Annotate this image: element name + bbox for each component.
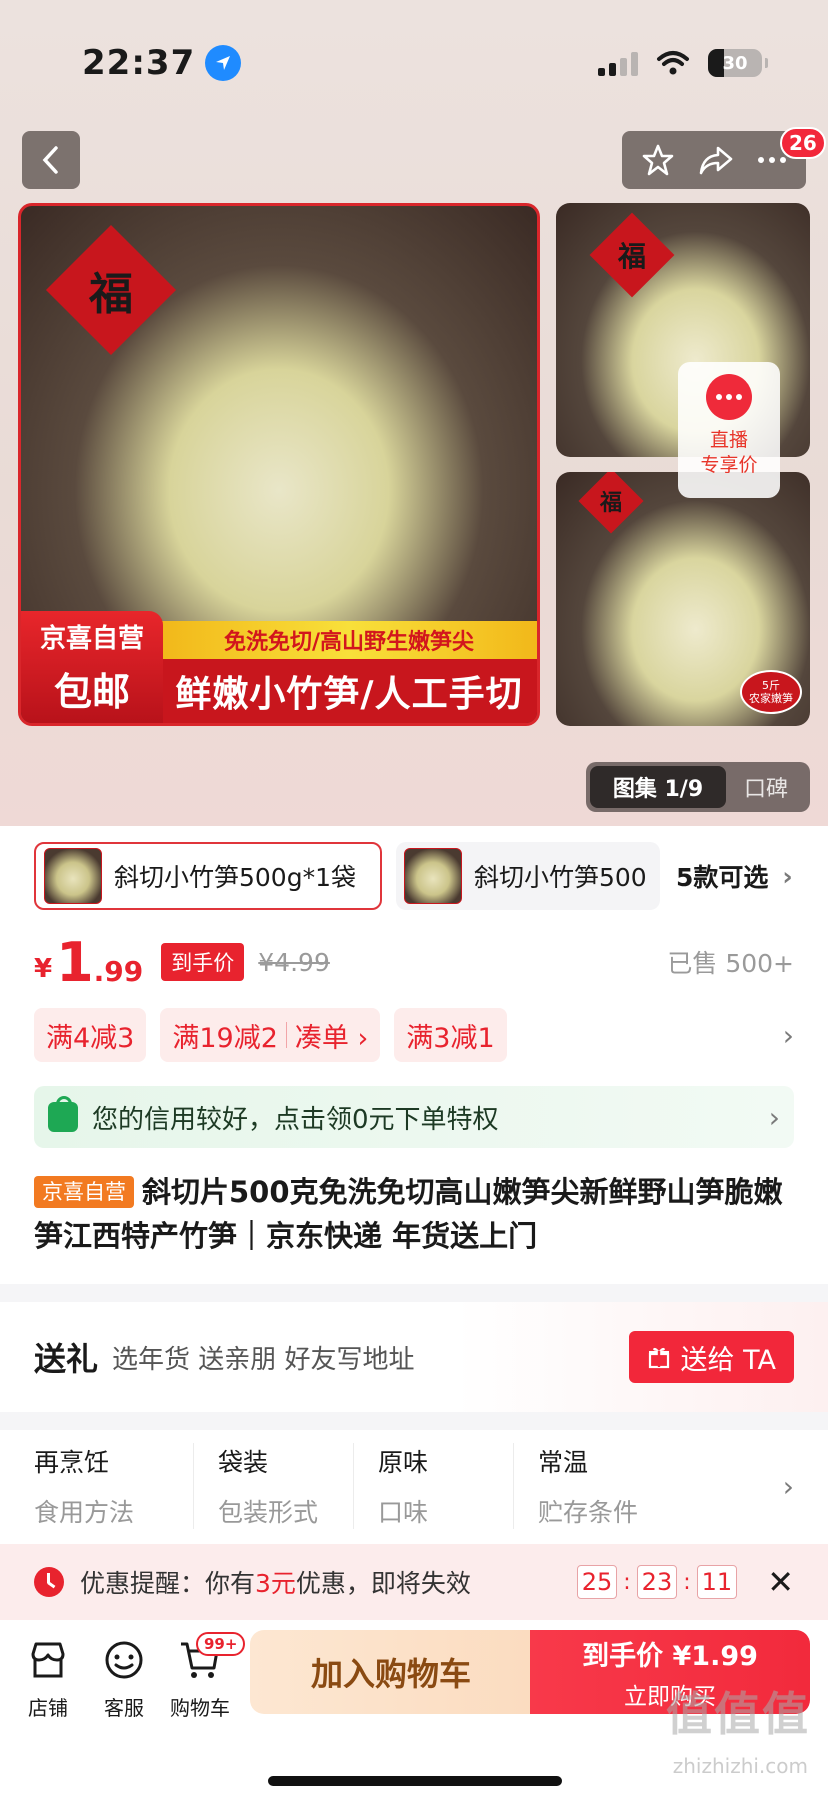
close-icon[interactable]: ✕ xyxy=(767,1563,794,1601)
product-gallery: 22:37 30 26 福 免洗免切/高山野生嫩笋尖 鲜嫩小竹笋/人工手切 京喜… xyxy=(0,0,828,826)
jingxi-self-operated-tag: 京喜自营 xyxy=(34,1176,134,1208)
customer-service-button[interactable]: 客服 xyxy=(90,1638,158,1721)
fu-decoration: 福 xyxy=(45,224,177,356)
star-favorite-icon[interactable] xyxy=(641,143,675,177)
attribute-item: 再烹饪 食用方法 xyxy=(34,1443,194,1529)
final-price-tag: 到手价 xyxy=(161,943,245,981)
chevron-right-icon: › xyxy=(768,1100,780,1134)
farm-stamp: 5斤 农家嫩笋 xyxy=(740,670,802,714)
coupon-chip[interactable]: 满3减1 xyxy=(394,1008,507,1062)
status-bar: 22:37 30 xyxy=(82,40,768,86)
top-actions xyxy=(622,131,806,189)
coupon-expiry-reminder[interactable]: 优惠提醒：你有 3元 优惠，即将失效 25: 23: 11 ✕ xyxy=(0,1544,828,1620)
main-product-image[interactable]: 福 免洗免切/高山野生嫩笋尖 鲜嫩小竹笋/人工手切 京喜自营 包邮 xyxy=(18,203,540,726)
message-count-badge: 26 xyxy=(780,127,826,159)
attribute-item: 常温 贮存条件 xyxy=(538,1448,639,1527)
more-variants-link[interactable]: 5款可选 › xyxy=(676,858,793,894)
cellular-signal-icon xyxy=(598,50,638,76)
fu-decoration: 福 xyxy=(589,212,675,298)
status-time: 22:37 xyxy=(82,43,196,83)
coupon-chip[interactable]: 满4减3 xyxy=(34,1008,147,1062)
gift-icon xyxy=(648,1347,669,1369)
shopping-bag-icon xyxy=(48,1096,78,1132)
cart-count-badge: 99+ xyxy=(196,1632,246,1656)
back-button[interactable] xyxy=(22,131,80,189)
price-integer: 1 xyxy=(56,930,94,994)
add-on-link: 凑单 › xyxy=(294,1022,369,1054)
variant-option[interactable]: 斜切小竹笋500 xyxy=(396,842,660,910)
gift-section: 送礼 选年货 送亲朋 好友写地址 送给 TA xyxy=(0,1302,828,1412)
jingxi-shipping-badge: 京喜自营 包邮 xyxy=(21,611,163,723)
product-thumbnail-2[interactable]: 福 5斤 农家嫩笋 xyxy=(556,472,810,726)
variant-option-selected[interactable]: 斜切小竹笋500g*1袋 xyxy=(34,842,382,910)
add-to-cart-button[interactable]: 加入购物车 xyxy=(250,1630,532,1714)
gift-heading: 送礼 xyxy=(34,1340,99,1378)
sold-count: 已售 500+ xyxy=(667,949,794,978)
image-red-banner: 鲜嫩小竹笋/人工手切 xyxy=(161,659,537,723)
wifi-icon xyxy=(657,51,689,75)
watermark: 值值值 xyxy=(666,1687,810,1741)
coupon-row[interactable]: 满4减3 满19减2 凑单 › 满3减1 › xyxy=(34,1008,794,1062)
price-decimal: .99 xyxy=(93,954,144,988)
fu-decoration: 福 xyxy=(578,472,644,534)
share-icon[interactable] xyxy=(698,144,734,176)
more-icon[interactable] xyxy=(757,156,787,164)
variant-thumbnail xyxy=(404,848,462,904)
section-divider xyxy=(0,1284,828,1302)
gallery-switch: 图集 1/9 口碑 xyxy=(586,762,810,812)
chevron-left-icon xyxy=(42,146,58,174)
send-gift-button[interactable]: 送给 TA xyxy=(628,1331,794,1383)
section-divider xyxy=(0,1412,828,1430)
chevron-right-icon: › xyxy=(782,1469,794,1503)
live-price-button[interactable]: 直播 专享价 xyxy=(678,362,780,498)
credit-privilege-banner[interactable]: 您的信用较好，点击领0元下单特权 › xyxy=(34,1086,794,1148)
live-stream-icon xyxy=(706,374,752,420)
attribute-item: 原味 口味 xyxy=(354,1443,514,1529)
price-row: ¥ 1 .99 到手价 ¥4.99 已售 500+ xyxy=(34,930,794,994)
attribute-item: 袋装 包装形式 xyxy=(194,1443,354,1529)
shop-button[interactable]: 店铺 xyxy=(14,1638,82,1721)
home-indicator[interactable] xyxy=(268,1776,562,1786)
service-icon xyxy=(105,1641,143,1679)
gift-subtitle: 选年货 送亲朋 好友写地址 xyxy=(112,1344,415,1375)
variant-selector: 斜切小竹笋500g*1袋 斜切小竹笋500 5款可选 › xyxy=(0,826,828,926)
shop-icon xyxy=(31,1642,65,1678)
tab-gallery[interactable]: 图集 1/9 xyxy=(590,766,726,808)
product-attributes[interactable]: 再烹饪 食用方法 袋装 包装形式 原味 口味 常温 贮存条件 › xyxy=(0,1430,828,1542)
original-price: ¥4.99 xyxy=(258,947,330,977)
clock-icon xyxy=(34,1567,64,1597)
chevron-right-icon: › xyxy=(782,861,793,891)
tab-reviews[interactable]: 口碑 xyxy=(726,771,806,803)
countdown-timer: 25: 23: 11 xyxy=(576,1565,738,1599)
coupon-chip[interactable]: 满19减2 凑单 › xyxy=(160,1008,381,1062)
variant-thumbnail xyxy=(44,848,102,904)
watermark-url: zhizhizhi.com xyxy=(672,1754,808,1778)
image-yellow-banner: 免洗免切/高山野生嫩笋尖 xyxy=(161,621,537,659)
product-title: 京喜自营 斜切片500克免洗免切高山嫩笋尖新鲜野山笋脆嫩笋江西特产竹笋｜京东快递 … xyxy=(34,1175,783,1253)
battery-icon: 30 xyxy=(708,49,768,77)
chevron-right-icon: › xyxy=(782,1018,794,1052)
location-arrow-icon xyxy=(205,45,242,81)
